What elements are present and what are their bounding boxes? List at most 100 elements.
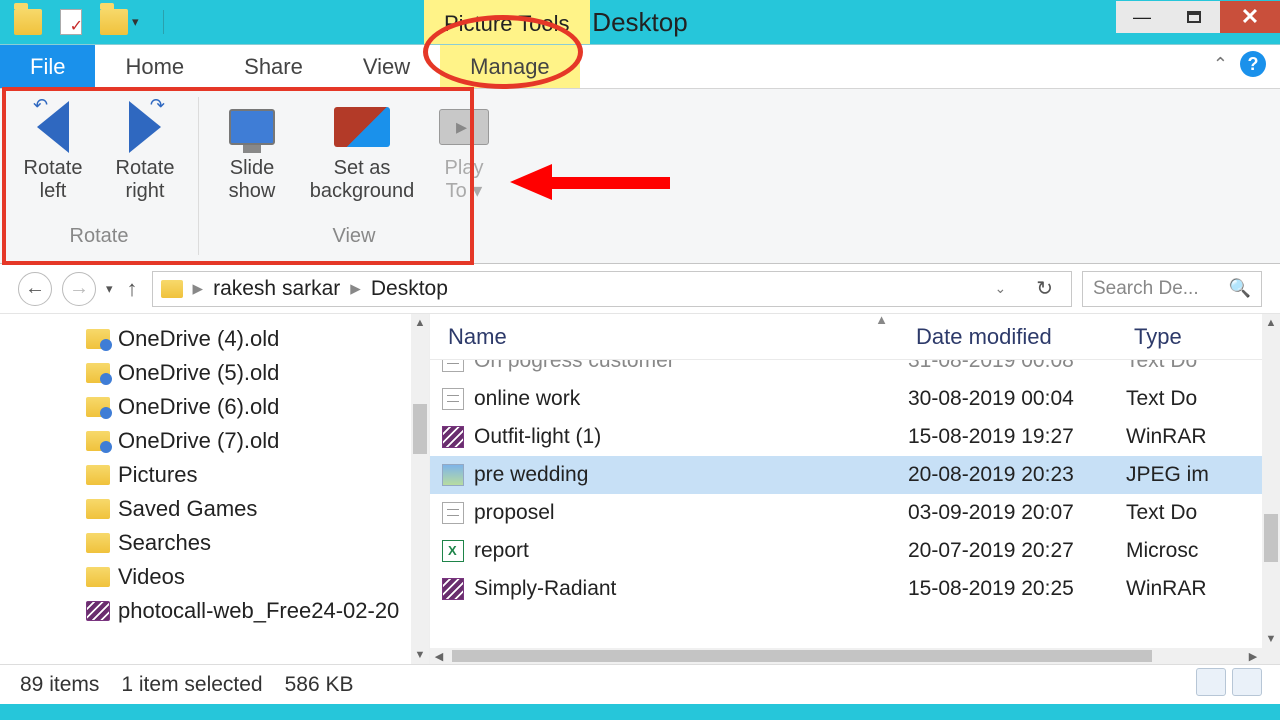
forward-button[interactable]: → [62,272,96,306]
folder-icon [86,465,110,485]
scroll-left-icon[interactable]: ◀ [430,648,448,664]
breadcrumb-separator: ▸ [350,276,361,301]
file-date: 15-08-2019 19:27 [908,425,1126,449]
set-bg-label: Set as background [310,157,415,203]
scroll-right-icon[interactable]: ▶ [1244,648,1262,664]
file-row[interactable]: report20-07-2019 20:27Microsc [430,532,1280,570]
maximize-button[interactable] [1168,1,1220,33]
tree-item[interactable]: OneDrive (6).old [0,390,411,424]
scroll-down-icon[interactable]: ▼ [411,646,429,664]
scrollbar-horizontal[interactable]: ◀ ▶ [430,648,1262,664]
qat-dropdown-icon[interactable]: ▾ [132,14,139,30]
file-row[interactable]: online work 30-08-2019 00:04Text Do [430,380,1280,418]
help-icon[interactable]: ? [1240,51,1266,77]
slide-show-button[interactable]: Slide show [211,95,293,203]
close-button[interactable]: ✕ [1220,1,1280,33]
scroll-thumb[interactable] [452,650,1152,662]
address-dropdown-icon[interactable]: ⌄ [985,280,1017,297]
file-row[interactable]: proposel03-09-2019 20:07Text Do [430,494,1280,532]
collapse-ribbon-icon[interactable]: ⌃ [1213,54,1228,75]
ribbon-group-label: Rotate [70,225,129,248]
tree-item-label: Videos [118,564,185,590]
column-name[interactable]: Name▲ [442,324,908,350]
text-file-icon [442,360,464,372]
scrollbar-vertical[interactable]: ▲ ▼ [1262,314,1280,648]
breadcrumb-segment[interactable]: Desktop [371,277,448,301]
spreadsheet-icon [442,540,464,562]
tree-item-label: OneDrive (6).old [118,394,279,420]
window-controls: — ✕ [1116,1,1280,33]
folder-icon[interactable] [14,9,42,35]
file-row[interactable]: Simply-Radiant15-08-2019 20:25WinRAR [430,570,1280,608]
tab-file[interactable]: File [0,45,95,88]
minimize-button[interactable]: — [1116,1,1168,33]
scroll-up-icon[interactable]: ▲ [1262,314,1280,332]
scroll-down-icon[interactable]: ▼ [1262,630,1280,648]
file-type: Text Do [1126,387,1280,411]
rotate-left-label: Rotate left [24,157,83,203]
breadcrumb-separator: ▸ [193,276,204,301]
tab-home[interactable]: Home [95,45,214,88]
column-date[interactable]: Date modified [908,324,1126,350]
file-type: JPEG im [1126,463,1280,487]
monitor-icon [229,109,275,145]
scroll-thumb[interactable] [413,404,427,454]
file-row[interactable]: Outfit-light (1)15-08-2019 19:27WinRAR [430,418,1280,456]
properties-icon[interactable] [60,9,82,35]
breadcrumb-segment[interactable]: rakesh sarkar [213,277,340,301]
archive-icon [442,426,464,448]
play-to-button[interactable]: Play To ▾ [431,95,497,203]
file-name: online work [474,387,580,411]
tree-item[interactable]: Videos [0,560,411,594]
tree-item[interactable]: OneDrive (7).old [0,424,411,458]
set-as-background-button[interactable]: Set as background [303,95,421,203]
scroll-thumb[interactable] [1264,514,1278,562]
status-item-count: 89 items [20,673,99,697]
rotate-right-button[interactable]: ↷ Rotate right [104,95,186,203]
column-type[interactable]: Type [1126,324,1280,350]
tree-item-label: OneDrive (7).old [118,428,279,454]
folder-icon [161,280,183,298]
tree-item-label: Searches [118,530,211,556]
file-type: Text Do [1126,501,1280,525]
tree-item[interactable]: Searches [0,526,411,560]
tree-item[interactable]: OneDrive (5).old [0,356,411,390]
address-bar[interactable]: ▸ rakesh sarkar ▸ Desktop ⌄ ↻ [152,271,1072,307]
new-folder-icon[interactable] [100,9,128,35]
refresh-button[interactable]: ↻ [1026,276,1063,301]
tree-item[interactable]: Pictures [0,458,411,492]
column-headers: Name▲ Date modified Type [430,314,1280,360]
file-row[interactable]: pre wedding20-08-2019 20:23JPEG im [430,456,1280,494]
view-details-button[interactable] [1196,668,1226,696]
folder-icon [86,329,110,349]
file-date: 20-07-2019 20:27 [908,539,1126,563]
archive-icon [86,601,110,621]
ribbon-group-rotate: ↶ Rotate left ↷ Rotate right Rotate [0,89,198,263]
contextual-tab-label: Picture Tools [424,0,590,44]
rotate-left-button[interactable]: ↶ Rotate left [12,95,94,203]
folder-icon [86,431,110,451]
scroll-up-icon[interactable]: ▲ [411,314,429,332]
text-file-icon [442,388,464,410]
tab-manage[interactable]: Manage [440,45,580,88]
tab-view[interactable]: View [333,45,440,88]
history-dropdown-icon[interactable]: ▾ [106,281,113,297]
file-date: 30-08-2019 00:04 [908,387,1126,411]
scrollbar-vertical[interactable]: ▲ ▼ [411,314,429,664]
tab-share[interactable]: Share [214,45,333,88]
file-type: Text Do [1126,360,1280,373]
back-button[interactable]: ← [18,272,52,306]
up-button[interactable]: ↑ [123,276,142,302]
tree-item[interactable]: OneDrive (4).old [0,322,411,356]
play-to-icon [439,109,489,145]
view-large-icons-button[interactable] [1232,668,1262,696]
window-border [0,704,1280,720]
search-input[interactable]: Search De... 🔍 [1082,271,1262,307]
tree-item[interactable]: Saved Games [0,492,411,526]
file-row[interactable]: On pogress customer31-08-2019 00:08Text … [430,360,1280,380]
archive-icon [442,578,464,600]
tree-item[interactable]: photocall-web_Free24-02-20 [0,594,411,628]
ribbon-tabs: File Home Share View Manage ⌃ ? [0,44,1280,88]
folder-icon [86,363,110,383]
tree-item-label: Pictures [118,462,197,488]
